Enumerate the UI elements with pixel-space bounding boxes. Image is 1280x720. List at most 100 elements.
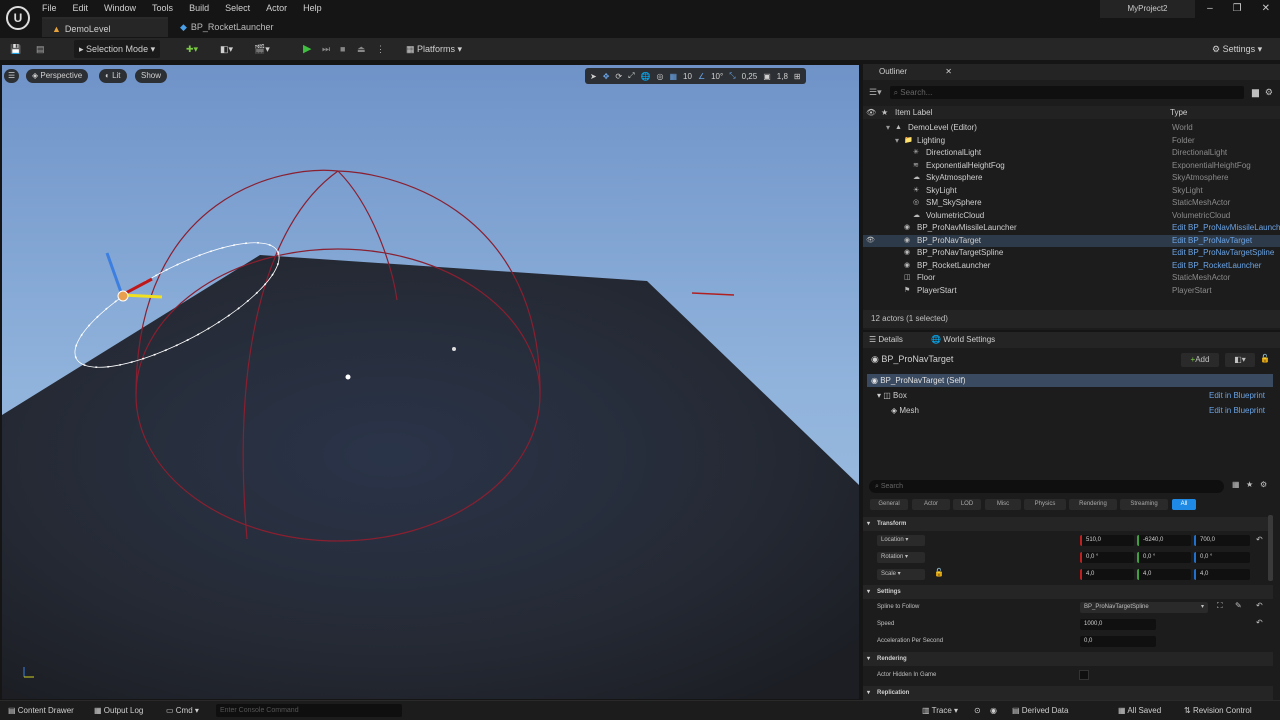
translate-icon[interactable]: ✥ bbox=[603, 72, 610, 81]
favorites-star-icon[interactable]: ★ bbox=[1246, 480, 1253, 489]
outliner-settings-icon[interactable]: ⚙ bbox=[1265, 87, 1273, 98]
maximize-viewport-icon[interactable]: ⊞ bbox=[794, 72, 801, 81]
pick-actor-icon[interactable]: ✎ bbox=[1235, 601, 1242, 610]
cinematics-icon[interactable]: 🎬▾ bbox=[254, 40, 270, 58]
menu-edit[interactable]: Edit bbox=[73, 3, 89, 13]
reset-speed-icon[interactable]: ↶ bbox=[1256, 618, 1263, 627]
rendering-category[interactable]: ▾ Rendering bbox=[863, 652, 1273, 666]
location-dropdown[interactable]: Location ▾ bbox=[877, 535, 925, 546]
rotation-dropdown[interactable]: Rotation ▾ bbox=[877, 552, 925, 563]
menu-tools[interactable]: Tools bbox=[152, 3, 173, 13]
outliner-row[interactable]: ✳ DirectionalLight DirectionalLight bbox=[863, 147, 1280, 160]
menu-help[interactable]: Help bbox=[303, 3, 322, 13]
actor-name[interactable]: BP_ProNavTarget bbox=[881, 354, 953, 364]
blueprint-options-button[interactable]: ◧▾ bbox=[1225, 353, 1255, 367]
details-settings-icon[interactable]: ⚙ bbox=[1260, 480, 1267, 489]
transform-category[interactable]: ▾ Transform bbox=[863, 517, 1273, 531]
outliner-search-input[interactable]: ⌕ Search... bbox=[889, 86, 1244, 99]
grid-snap-icon[interactable]: ▦ bbox=[669, 72, 677, 81]
filter-physics[interactable]: Physics bbox=[1024, 499, 1066, 510]
content-browse-icon[interactable]: ▤ bbox=[36, 40, 45, 58]
menu-actor[interactable]: Actor bbox=[266, 3, 287, 13]
pin-header-icon[interactable]: ★ bbox=[881, 106, 888, 119]
scale-y-field[interactable]: 4,0 bbox=[1137, 569, 1191, 580]
filter-misc[interactable]: Misc bbox=[985, 499, 1021, 510]
scale-snap-value[interactable]: 0,25 bbox=[742, 72, 758, 81]
outliner-row[interactable]: ◎ SM_SkySphere StaticMeshActor bbox=[863, 197, 1280, 210]
settings-category[interactable]: ▾ Settings bbox=[863, 585, 1273, 599]
spline-dropdown[interactable]: BP_ProNavTargetSpline ▾ bbox=[1080, 602, 1208, 613]
scale-icon[interactable]: ⤢ bbox=[628, 71, 634, 81]
blueprint-menu-icon[interactable]: ◧▾ bbox=[220, 40, 233, 58]
world-local-icon[interactable]: 🌐 bbox=[641, 72, 651, 81]
add-actor-icon[interactable]: ✚▾ bbox=[186, 40, 198, 58]
location-z-field[interactable]: 700,0 bbox=[1194, 535, 1250, 546]
lit-dropdown[interactable]: ◐ Lit bbox=[99, 69, 127, 83]
outliner-row[interactable]: 👁 ◉ BP_ProNavTarget Edit BP_ProNavTarget bbox=[863, 234, 1280, 248]
outliner-row[interactable]: ≋ ExponentialHeightFog ExponentialHeightFo… bbox=[863, 160, 1280, 173]
rotate-icon[interactable]: ⟳ bbox=[615, 72, 622, 81]
outliner-row[interactable]: ◫ Floor StaticMeshActor bbox=[863, 272, 1280, 285]
step-icon[interactable]: ⏭ bbox=[322, 40, 330, 58]
scale-x-field[interactable]: 4,0 bbox=[1080, 569, 1134, 580]
tab-demolevel[interactable]: ▲ DemoLevel bbox=[42, 17, 168, 37]
tab-details[interactable]: ☰ Details bbox=[869, 335, 903, 344]
revision-control-button[interactable]: ⇅ Revision Control bbox=[1184, 705, 1252, 717]
reset-spline-icon[interactable]: ↶ bbox=[1256, 601, 1263, 610]
menu-select[interactable]: Select bbox=[225, 3, 250, 13]
edit-blueprint-link[interactable]: Edit BP_ProNavMissileLauncher bbox=[1172, 222, 1280, 235]
acceleration-field[interactable]: 0,0 bbox=[1080, 636, 1156, 647]
lock-scale-icon[interactable]: 🔓 bbox=[934, 568, 944, 577]
scale-snap-icon[interactable]: ⤡ bbox=[729, 71, 735, 81]
stop-icon[interactable]: ■ bbox=[340, 40, 345, 58]
find-icon[interactable]: ⛶ bbox=[1217, 601, 1223, 611]
filter-lod[interactable]: LOD bbox=[953, 499, 981, 510]
tab-world-settings[interactable]: 🌐 World Settings bbox=[931, 335, 995, 344]
location-y-field[interactable]: -6240,0 bbox=[1137, 535, 1191, 546]
hidden-in-game-checkbox[interactable] bbox=[1079, 670, 1089, 680]
output-log-button[interactable]: ▦ Output Log bbox=[94, 705, 143, 717]
location-x-field[interactable]: 510,0 bbox=[1080, 535, 1134, 546]
eject-icon[interactable]: ⏏ bbox=[357, 40, 366, 58]
column-item-label[interactable]: Item Label bbox=[895, 106, 932, 119]
platforms-dropdown[interactable]: ▦ Platforms ▾ bbox=[406, 40, 462, 58]
edit-blueprint-link[interactable]: Edit BP_ProNavTargetSpline bbox=[1172, 247, 1280, 260]
expand-arrow-icon[interactable]: ▾ bbox=[886, 122, 890, 135]
menu-window[interactable]: Window bbox=[104, 3, 136, 13]
menu-file[interactable]: File bbox=[42, 3, 57, 13]
tab-bp-rocketlauncher[interactable]: ◆ BP_RocketLauncher bbox=[170, 17, 290, 37]
details-scrollbar[interactable] bbox=[1268, 515, 1273, 581]
outliner-row[interactable]: ☀ SkyLight SkyLight bbox=[863, 185, 1280, 198]
outliner-row[interactable]: ▾ 📁 Lighting Folder bbox=[863, 135, 1280, 148]
selection-mode-dropdown[interactable]: ▸ Selection Mode ▾ bbox=[74, 40, 161, 58]
component-self[interactable]: ◉ BP_ProNavTarget (Self) bbox=[867, 374, 1273, 387]
scale-z-field[interactable]: 4,0 bbox=[1194, 569, 1250, 580]
rotation-z-field[interactable]: 0,0 ° bbox=[1194, 552, 1250, 563]
derived-data-button[interactable]: ▤ Derived Data bbox=[1012, 705, 1068, 717]
show-dropdown[interactable]: Show bbox=[135, 69, 168, 83]
details-search-input[interactable]: ⌕ Search bbox=[869, 480, 1224, 493]
outliner-row[interactable]: ◉ BP_RocketLauncher Edit BP_RocketLauncher bbox=[863, 260, 1280, 273]
filter-rendering[interactable]: Rendering bbox=[1069, 499, 1117, 510]
viewport-menu-button[interactable]: ☰ bbox=[4, 69, 20, 83]
grid-snap-value[interactable]: 10 bbox=[683, 72, 692, 81]
trace-dropdown[interactable]: ▥ Trace ▾ bbox=[922, 705, 958, 717]
visibility-eye-icon[interactable]: 👁 bbox=[866, 235, 875, 248]
expand-arrow-icon[interactable]: ▾ bbox=[895, 135, 899, 148]
replication-category[interactable]: ▾ Replication bbox=[863, 686, 1273, 700]
add-folder-icon[interactable]: ▆ bbox=[1252, 87, 1259, 98]
save-icon[interactable]: 💾 bbox=[10, 40, 21, 58]
component-box[interactable]: ▾ ◫ Box bbox=[877, 391, 907, 400]
filter-streaming[interactable]: Streaming bbox=[1120, 499, 1168, 510]
camera-speed-icon[interactable]: ▣ bbox=[763, 72, 771, 81]
outliner-row[interactable]: ⚑ PlayerStart PlayerStart bbox=[863, 285, 1280, 298]
rotation-snap-value[interactable]: 10° bbox=[711, 72, 723, 81]
add-component-button[interactable]: +Add bbox=[1181, 353, 1219, 367]
play-icon[interactable]: ▶ bbox=[303, 40, 311, 58]
minimize-icon[interactable]: – bbox=[1207, 3, 1213, 14]
rotation-snap-icon[interactable]: ∠ bbox=[698, 72, 705, 81]
speed-field[interactable]: 1000,0 bbox=[1080, 619, 1156, 630]
outliner-row[interactable]: ☁ VolumetricCloud VolumetricCloud bbox=[863, 210, 1280, 223]
visibility-header-icon[interactable]: 👁 bbox=[866, 106, 876, 119]
unreal-logo-icon[interactable]: U bbox=[6, 6, 30, 30]
